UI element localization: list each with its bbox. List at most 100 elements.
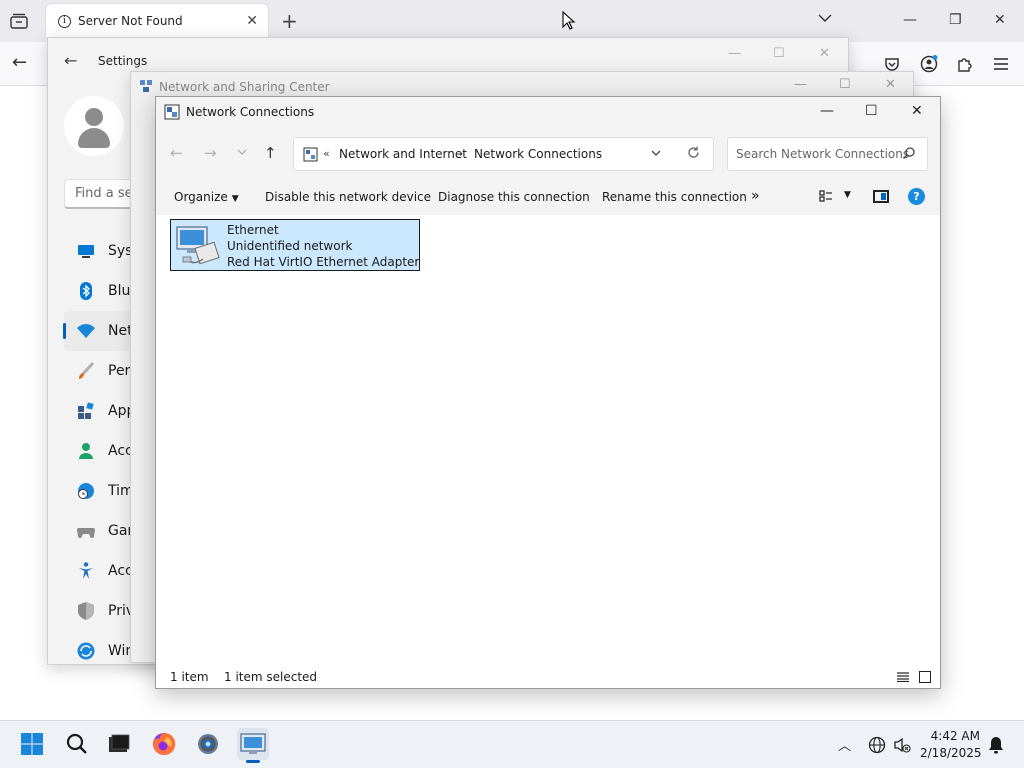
connection-name: Ethernet [227,223,279,237]
ethernet-adapter-icon [176,226,220,265]
diagnose-button[interactable]: Diagnose this connection [438,190,590,204]
more-commands-button[interactable]: » [751,188,760,204]
volume-muted-icon[interactable] [893,736,911,754]
system-icon [78,245,94,258]
status-bar: 1 item 1 item selected [156,668,940,688]
info-icon: i [58,15,71,28]
refresh-icon[interactable] [686,145,701,160]
avatar[interactable] [64,96,124,156]
start-button[interactable] [16,728,48,760]
list-item[interactable]: Ethernet Unidentified network Red Hat Vi… [170,219,420,271]
tab-title: Server Not Found [78,14,183,28]
clock-date[interactable]: 2/18/2025 [920,746,982,760]
network-sharing-icon [140,80,152,92]
settings-gear-icon [198,734,218,754]
control-panel-icon [303,147,318,162]
browser-restore-icon[interactable]: ❐ [949,12,962,28]
time-language-icon [78,483,94,499]
nsc-maximize-icon[interactable]: ☐ [839,77,851,92]
browser-close-icon[interactable]: ✕ [994,12,1006,28]
account-icon[interactable] [920,55,938,73]
address-dropdown-icon[interactable] [650,146,662,160]
connection-status: Unidentified network [227,239,353,253]
clock-time[interactable]: 4:42 AM [928,729,980,743]
wifi-icon [77,324,95,338]
browser-minimize-icon[interactable]: — [903,12,917,28]
preview-pane-icon[interactable] [873,190,889,203]
accounts-icon [79,443,93,459]
network-connections-icon [240,733,266,754]
taskbar: ︿ 4:42 AM 2/18/2025 [0,720,1024,768]
tab-close-icon[interactable]: ✕ [246,13,258,29]
forward-arrow-icon[interactable]: → [204,144,217,162]
settings-maximize-icon[interactable]: ☐ [773,46,785,61]
item-count: 1 item [170,670,209,684]
disable-device-button[interactable]: Disable this network device [265,190,431,204]
tray-overflow-chevron-icon[interactable]: ︿ [838,735,851,754]
address-row: ← → ↑ « Network and Internet › Network C… [156,127,940,177]
new-tab-icon[interactable]: + [281,9,298,33]
organize-caret-icon: ▼ [231,194,239,204]
network-connections-icon [164,104,180,120]
privacy-shield-icon [78,602,94,620]
terminal-icon [109,734,130,752]
up-arrow-icon[interactable]: ↑ [264,144,277,162]
rename-button[interactable]: Rename this connection [602,190,747,204]
nsc-minimize-icon[interactable]: — [794,77,807,92]
settings-close-icon[interactable]: ✕ [819,46,830,61]
nc-minimize-icon[interactable]: — [820,103,834,119]
breadcrumb-overflow[interactable]: « [323,147,330,160]
change-view-icon[interactable] [819,190,833,202]
tab-overflow-chevron-icon[interactable] [817,12,833,24]
network-globe-icon[interactable] [868,736,886,754]
recent-locations-chevron-icon[interactable] [236,148,248,156]
selected-count: 1 item selected [224,670,318,684]
browser-tab[interactable]: i Server Not Found ✕ [46,4,268,38]
view-options-caret-icon[interactable]: ▼ [844,190,851,200]
extensions-icon[interactable] [956,55,974,73]
organize-button[interactable]: Organize ▼ [174,190,239,204]
browser-back-icon[interactable]: ← [12,52,27,73]
apps-icon [78,402,94,419]
tab-list-icon[interactable] [10,13,28,29]
nsc-title: Network and Sharing Center [159,80,330,94]
large-icons-view-icon[interactable] [919,671,931,683]
back-arrow-icon[interactable]: ← [170,144,183,162]
settings-minimize-icon[interactable]: — [728,46,741,61]
taskbar-terminal-button[interactable] [103,728,135,760]
accessibility-icon [79,562,93,579]
breadcrumb-separator-icon[interactable]: › [459,147,463,160]
search-placeholder: Search Network Connections [736,147,910,161]
firefox-icon [153,732,176,755]
nc-maximize-icon[interactable]: ☐ [865,103,878,119]
taskbar-settings-button[interactable] [192,728,224,760]
connection-device: Red Hat VirtIO Ethernet Adapter [227,255,420,269]
search-icon [66,733,87,754]
help-icon[interactable]: ? [908,188,925,205]
mouse-cursor-icon [562,11,576,30]
address-bar[interactable]: « Network and Internet › Network Connect… [293,137,714,171]
taskbar-network-connections-button[interactable] [237,728,269,763]
connections-list: Ethernet Unidentified network Red Hat Vi… [156,215,940,670]
menu-icon[interactable] [992,55,1010,73]
settings-back-icon[interactable]: ← [64,51,77,70]
breadcrumb-network-and-internet[interactable]: Network and Internet [339,147,467,161]
command-bar: Organize ▼ Disable this network device Di… [156,177,940,215]
start-icon [21,733,43,755]
windows-update-icon [77,642,95,660]
nc-close-icon[interactable]: ✕ [911,103,923,119]
taskbar-firefox-button[interactable] [148,728,180,760]
search-icon[interactable] [902,146,916,160]
taskbar-search-button[interactable] [61,728,93,760]
nc-titlebar: Network Connections — ☐ ✕ [156,97,940,127]
browser-tab-bar: i Server Not Found ✕ + — ❐ ✕ [0,0,1024,42]
settings-title: Settings [98,54,148,68]
search-input[interactable]: Search Network Connections [727,137,928,171]
bluetooth-icon [80,282,92,300]
details-view-icon[interactable] [897,672,909,682]
gaming-icon [77,528,95,538]
sidebar-item-label: Net [108,323,133,339]
breadcrumb-network-connections[interactable]: Network Connections [474,147,602,161]
notification-bell-icon[interactable] [988,736,1004,754]
nsc-close-icon[interactable]: ✕ [885,77,896,92]
